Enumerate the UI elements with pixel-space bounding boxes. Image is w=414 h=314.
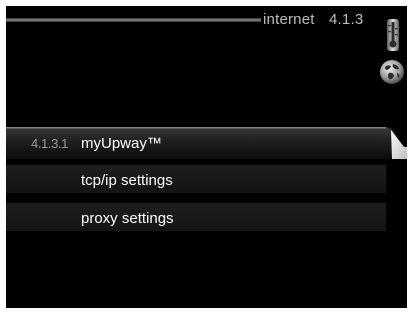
menu-header: internet 4.1.3	[263, 11, 363, 28]
menu-item-proxy-settings[interactable]: proxy settings	[6, 203, 386, 231]
menu-item-tcpip-settings[interactable]: tcp/ip settings	[6, 165, 386, 193]
menu-item-label: proxy settings	[81, 210, 174, 227]
globe-icon	[380, 60, 404, 84]
menu-item-myupway[interactable]: 4.1.3.1 myUpway™	[6, 127, 407, 159]
display-screen: internet 4.1.3 4.1.3.1 myUpway™ tcp/ip s…	[6, 6, 407, 308]
menu-title: internet	[263, 11, 315, 28]
header-divider	[6, 18, 261, 22]
menu-number: 4.1.3	[329, 11, 364, 28]
menu-item-code: 4.1.3.1	[31, 136, 68, 151]
thermometer-icon	[387, 19, 399, 51]
menu-item-label: myUpway™	[81, 135, 162, 152]
menu-item-label: tcp/ip settings	[81, 172, 173, 189]
